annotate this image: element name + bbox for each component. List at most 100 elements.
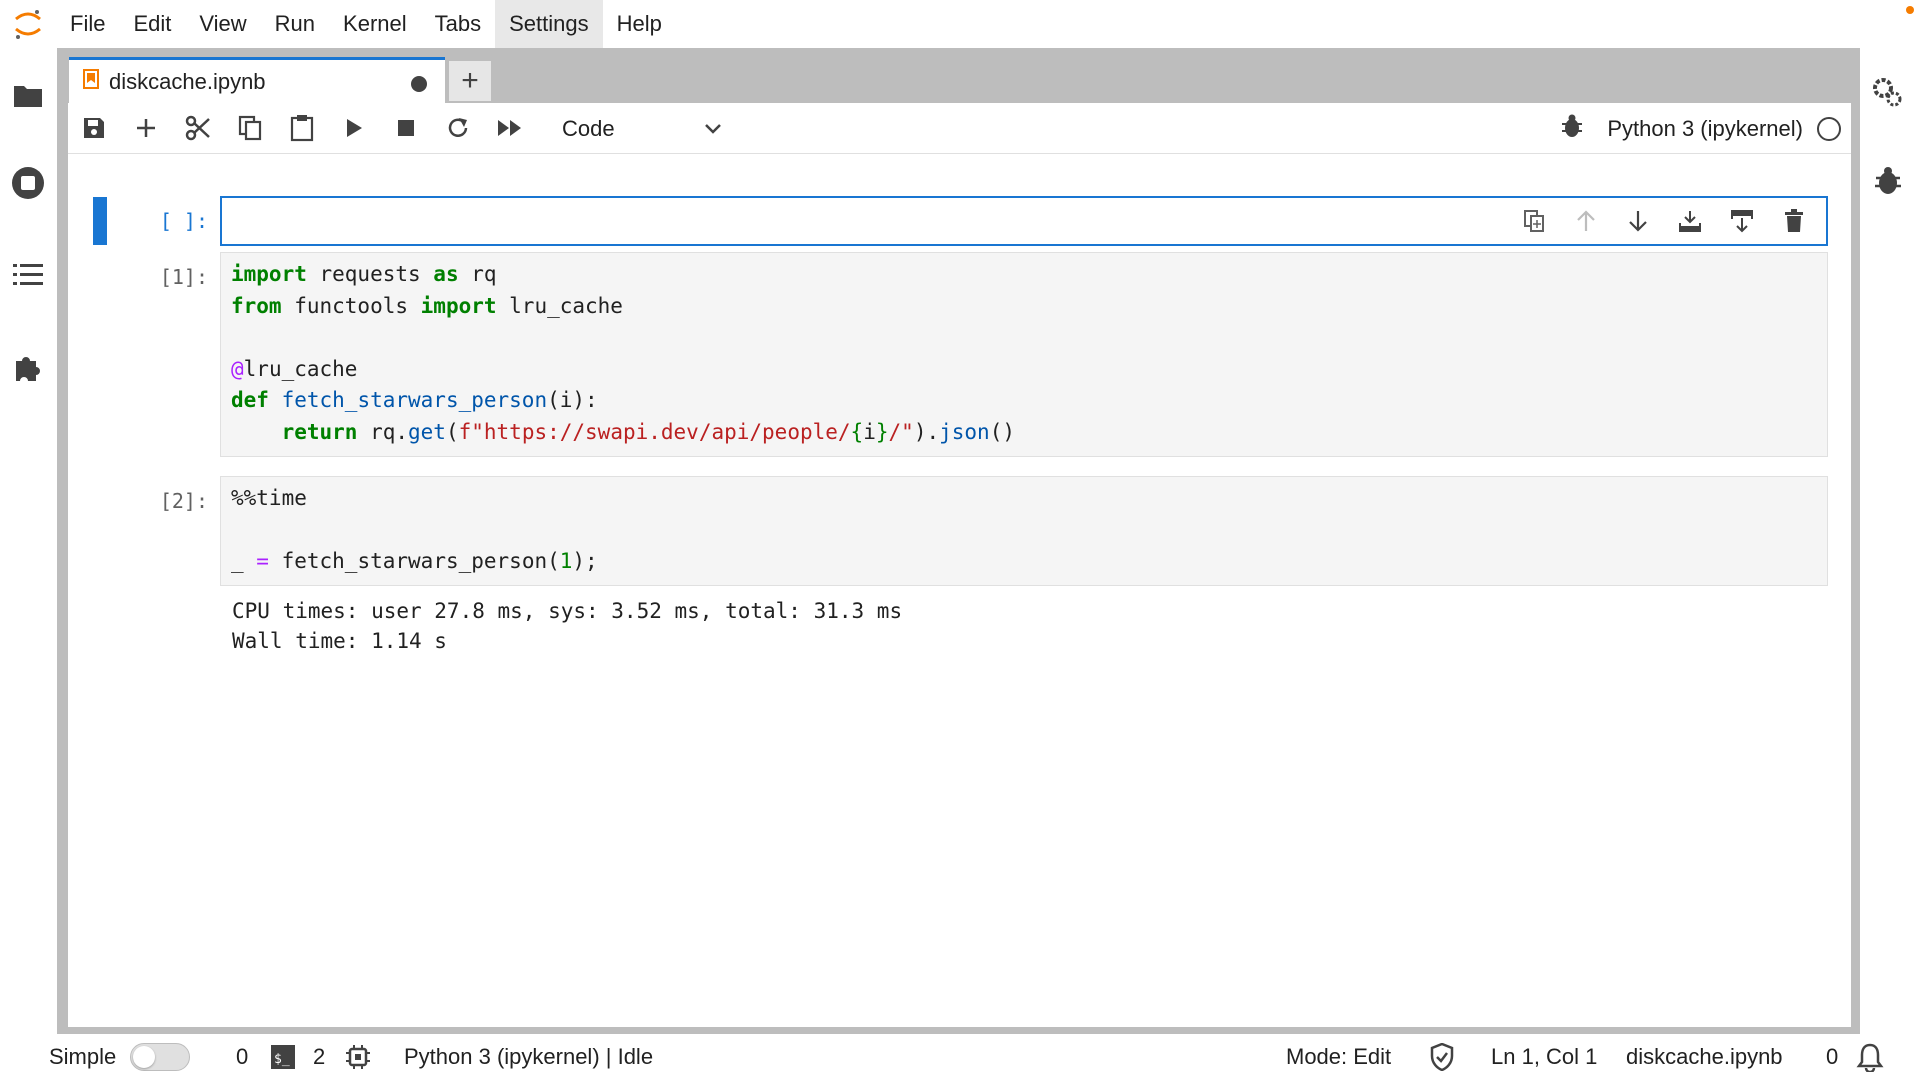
simple-mode-label: Simple [49,1044,117,1069]
terminals-count[interactable]: 0 [236,1034,248,1080]
code-token: import [420,293,497,318]
add-icon: + [461,64,479,97]
left-sidebar [0,48,57,1034]
copy-button[interactable] [224,103,276,154]
unsaved-indicator-icon[interactable] [411,76,427,92]
move-down-button[interactable] [1612,202,1664,240]
code-token: ); [572,549,598,573]
notebook-panel: Code Python 3 (ipykernel) [ ]: [1]: impo… [68,103,1851,1027]
insert-above-icon [1679,211,1701,232]
folder-icon[interactable] [9,76,47,114]
menu-settings[interactable]: Settings [495,0,603,48]
simple-mode-toggle[interactable] [130,1034,190,1080]
menu-tabs[interactable]: Tabs [421,0,495,48]
save-button[interactable] [68,103,120,154]
property-inspector-icon[interactable] [1869,74,1907,112]
move-up-button[interactable] [1560,202,1612,240]
terminal-icon[interactable]: $_ [270,1034,296,1080]
kernels-count[interactable]: 2 [313,1034,325,1080]
cell-type-dropdown[interactable]: Code [562,103,722,154]
arrow-up-icon [1577,210,1595,231]
code-token: } [875,419,889,444]
code-token: %%time [231,486,307,510]
menu-edit[interactable]: Edit [119,0,185,48]
add-icon [137,119,155,137]
code-token: requests [306,262,434,286]
insert-above-button[interactable] [1664,202,1716,240]
menu-run[interactable]: Run [261,0,329,48]
delete-cell-button[interactable] [1768,202,1820,240]
code-token: get [408,419,446,444]
svg-text:$_: $_ [274,1052,290,1067]
notification-count[interactable]: 0 [1826,1034,1838,1080]
debugger-icon[interactable] [1869,162,1907,200]
menu-help[interactable]: Help [603,0,676,48]
duplicate-icon [1524,210,1544,232]
new-tab-button[interactable]: + [449,61,491,101]
cursor-position[interactable]: Ln 1, Col 1 [1491,1034,1597,1080]
kernel-status-text[interactable]: Python 3 (ipykernel) | Idle [404,1034,653,1080]
right-sidebar [1860,48,1920,1034]
menu-view[interactable]: View [185,0,260,48]
menu-file[interactable]: File [56,0,119,48]
code-cell-editor[interactable]: %%time _ = fetch_starwars_person(1); [220,476,1828,586]
code-token: as [433,262,459,286]
status-bar: Simple 0 $_ 2 Python 3 (ipykernel) | Idl… [0,1034,1920,1080]
cell-type-value: Code [562,115,615,141]
tab-bar: diskcache.ipynb + [57,48,1860,103]
output-line: Wall time: 1.14 s [232,629,447,653]
insert-cell-button[interactable] [120,103,172,154]
toc-icon[interactable] [9,256,47,294]
running-icon[interactable] [9,164,47,202]
restart-button[interactable] [432,103,484,154]
code-token: i [863,419,876,444]
code-token: functools [281,293,421,318]
cut-icon [185,115,210,141]
code-token: = [256,549,269,573]
duplicate-cell-button[interactable] [1508,202,1560,240]
bug-icon[interactable] [1561,114,1583,143]
code-token: rq. [357,419,409,444]
code-token: from [231,293,282,318]
bell-icon[interactable] [1856,1034,1884,1080]
extension-icon[interactable] [9,348,47,386]
menu-kernel[interactable]: Kernel [329,0,421,48]
code-block: %%time _ = fetch_starwars_person(1); [221,477,1827,584]
paste-button[interactable] [276,103,328,154]
copy-icon [238,115,262,141]
code-token: f"https://swapi.dev/api/people/ [458,419,851,444]
run-icon [347,119,362,137]
trash-icon [1785,209,1803,232]
code-token: return [281,419,358,444]
fast-forward-icon [498,120,521,136]
paste-icon [290,115,314,142]
code-token: json [939,419,990,444]
code-token: 1 [559,549,573,573]
code-token: (i): [547,388,598,412]
insert-below-button[interactable] [1716,202,1768,240]
kernel-chip-icon[interactable] [345,1034,371,1080]
code-token: import [231,262,307,286]
code-cell-editor[interactable]: import requests as rq from functools imp… [220,252,1828,457]
notebook-cells: [ ]: [1]: import requests as rq from fun… [68,155,1851,1025]
restart-run-all-button[interactable] [484,103,536,154]
shield-check-icon[interactable] [1430,1034,1454,1080]
chevron-down-icon [705,123,721,134]
cut-button[interactable] [172,103,224,154]
run-button[interactable] [328,103,380,154]
restart-icon [448,118,468,137]
cell-toolbar [1508,202,1820,240]
code-block: import requests as rq from functools imp… [221,253,1827,454]
save-icon [84,118,104,138]
notebook-icon [83,69,99,94]
code-token: def [231,388,269,412]
menu-bar: File Edit View Run Kernel Tabs Settings … [0,0,1920,48]
stop-button[interactable] [380,103,432,154]
insert-below-icon [1731,210,1753,233]
code-token: lru_cache [243,356,358,381]
kernel-name-button[interactable]: Python 3 (ipykernel) [1607,116,1803,142]
jupyter-logo-icon [0,0,56,48]
code-cell-editor[interactable] [220,196,1828,246]
tab-notebook[interactable]: diskcache.ipynb [69,57,445,103]
